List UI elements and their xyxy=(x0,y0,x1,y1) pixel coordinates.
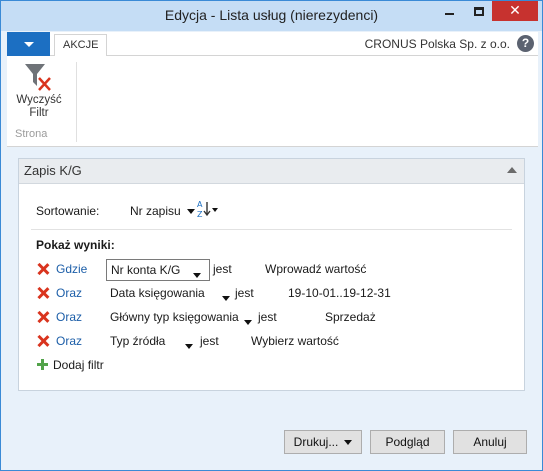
print-label: Drukuj... xyxy=(293,435,339,449)
app-menu-button[interactable] xyxy=(7,32,50,56)
maximize-icon xyxy=(473,6,484,16)
collapse-icon[interactable] xyxy=(507,167,517,173)
filter-field: Główny typ księgowania xyxy=(110,310,239,324)
dialog-window: Edycja - Lista usług (nierezydenci) ✕ AK… xyxy=(0,0,543,471)
remove-filter-icon[interactable] xyxy=(37,311,49,323)
chevron-down-icon[interactable] xyxy=(185,344,193,350)
filter-field-dropdown[interactable]: Data księgowania xyxy=(110,286,205,300)
filter-field: Data księgowania xyxy=(110,286,205,300)
remove-filter-icon[interactable] xyxy=(37,335,49,347)
chevron-down-icon xyxy=(344,440,353,446)
clear-filter-label-2: Filtr xyxy=(29,107,49,119)
add-filter-icon[interactable] xyxy=(37,359,48,370)
minimize-icon xyxy=(445,13,454,15)
chevron-down-icon[interactable] xyxy=(222,296,230,302)
filter-field: Typ źródła xyxy=(110,334,166,348)
filter-conjunction[interactable]: Oraz xyxy=(56,286,82,300)
ribbon-group-label: Strona xyxy=(15,128,48,140)
filter-operator: jest xyxy=(200,334,219,348)
filter-field-dropdown[interactable]: Główny typ księgowania xyxy=(110,310,239,324)
filter-field-dropdown[interactable]: Typ źródła xyxy=(110,334,165,348)
ribbon-body: Wyczyść Filtr Strona xyxy=(7,56,538,147)
filter-field: Nr konta K/G xyxy=(111,263,181,277)
filter-value[interactable]: Wprowadź wartość xyxy=(265,262,366,276)
company-name: CRONUS Polska Sp. z o.o. xyxy=(364,37,510,51)
ribbon-separator xyxy=(76,62,77,142)
preview-button[interactable]: Podgląd xyxy=(370,430,445,454)
tab-akcje[interactable]: AKCJE xyxy=(54,34,108,57)
svg-text:Z: Z xyxy=(197,210,203,219)
divider xyxy=(31,229,512,230)
filter-panel: Zapis K/G Sortowanie: Nr zapisu A Z Poka… xyxy=(18,158,525,391)
chevron-down-icon xyxy=(193,273,201,279)
filter-value[interactable]: 19-10-01..19-12-31 xyxy=(288,286,391,300)
chevron-down-icon xyxy=(23,41,34,47)
filter-value[interactable]: Wybierz wartość xyxy=(251,334,339,348)
panel-header[interactable]: Zapis K/G xyxy=(19,159,524,184)
sort-order-button[interactable]: A Z xyxy=(197,199,219,222)
filter-field-dropdown[interactable]: Nr konta K/G xyxy=(106,259,210,281)
sort-az-icon: A Z xyxy=(197,200,218,219)
remove-filter-icon[interactable] xyxy=(37,287,49,299)
filter-conjunction[interactable]: Oraz xyxy=(56,310,82,324)
add-filter-link[interactable]: Dodaj filtr xyxy=(53,358,104,372)
show-results-label: Pokaż wyniki: xyxy=(36,238,115,252)
clear-filter-label-1: Wyczyść xyxy=(16,94,62,106)
filter-operator: jest xyxy=(258,310,277,324)
chevron-down-icon[interactable] xyxy=(244,320,252,326)
sort-value: Nr zapisu xyxy=(130,204,181,218)
minimize-button[interactable] xyxy=(436,1,463,21)
clear-filter-icon xyxy=(23,60,55,94)
svg-text:A: A xyxy=(197,200,203,209)
filter-value[interactable]: Sprzedaż xyxy=(325,310,376,324)
filter-operator: jest xyxy=(213,262,232,276)
remove-filter-icon[interactable] xyxy=(37,263,49,275)
filter-conjunction[interactable]: Oraz xyxy=(56,334,82,348)
sort-dropdown[interactable]: Nr zapisu xyxy=(130,204,195,218)
panel-title: Zapis K/G xyxy=(24,163,82,178)
title-bar: Edycja - Lista usług (nierezydenci) ✕ xyxy=(1,1,542,31)
clear-filter-button[interactable]: Wyczyść Filtr xyxy=(13,60,65,120)
maximize-button[interactable] xyxy=(465,1,492,21)
close-icon: ✕ xyxy=(509,3,521,19)
chevron-down-icon xyxy=(186,209,195,215)
filter-conjunction[interactable]: Gdzie xyxy=(56,262,87,276)
ribbon-tab-bar: AKCJE CRONUS Polska Sp. z o.o. ? xyxy=(7,32,538,57)
sort-label: Sortowanie: xyxy=(36,204,100,218)
print-button[interactable]: Drukuj... xyxy=(284,430,362,454)
cancel-button[interactable]: Anuluj xyxy=(453,430,527,454)
help-icon[interactable]: ? xyxy=(517,35,534,52)
close-button[interactable]: ✕ xyxy=(492,1,538,21)
filter-operator: jest xyxy=(235,286,254,300)
